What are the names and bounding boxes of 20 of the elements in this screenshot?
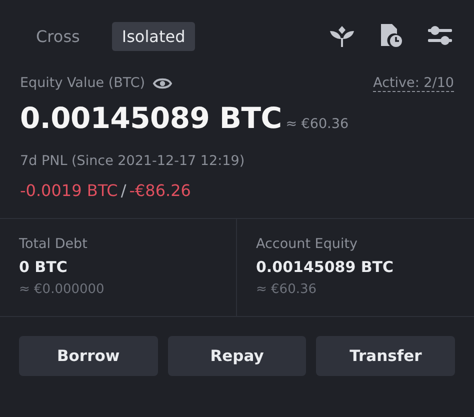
stat-value: 0 BTC bbox=[19, 258, 68, 276]
tab-button[interactable]: Cross bbox=[26, 22, 90, 50]
pnl-btc: -0.0019 BTC bbox=[20, 181, 118, 200]
stat-label: Total Debt bbox=[19, 236, 88, 252]
stat-approx: ≈ €0.000000 bbox=[19, 282, 106, 297]
equity-label: Equity Value (BTC) bbox=[20, 75, 146, 91]
eye-icon[interactable] bbox=[153, 76, 172, 90]
pnl-eur: -€86.26 bbox=[129, 181, 191, 200]
stat-label: Account Equity bbox=[256, 236, 358, 252]
active-link[interactable]: Active: 2/10 bbox=[373, 74, 454, 92]
action-button[interactable]: Borrow bbox=[19, 336, 158, 376]
stat-approx: ≈ €60.36 bbox=[256, 282, 318, 297]
equity-approx: ≈ €60.36 bbox=[286, 116, 349, 132]
tab-button[interactable]: Isolated bbox=[112, 22, 196, 50]
stat-value: 0.00145089 BTC bbox=[256, 258, 395, 276]
equity-value: 0.00145089 BTC bbox=[20, 101, 282, 135]
action-button[interactable]: Repay bbox=[168, 336, 306, 376]
pnl-separator: / bbox=[120, 181, 126, 200]
action-button[interactable]: Transfer bbox=[316, 336, 456, 376]
pnl-label: 7d PNL (Since 2021-12-17 12:19) bbox=[20, 153, 246, 169]
